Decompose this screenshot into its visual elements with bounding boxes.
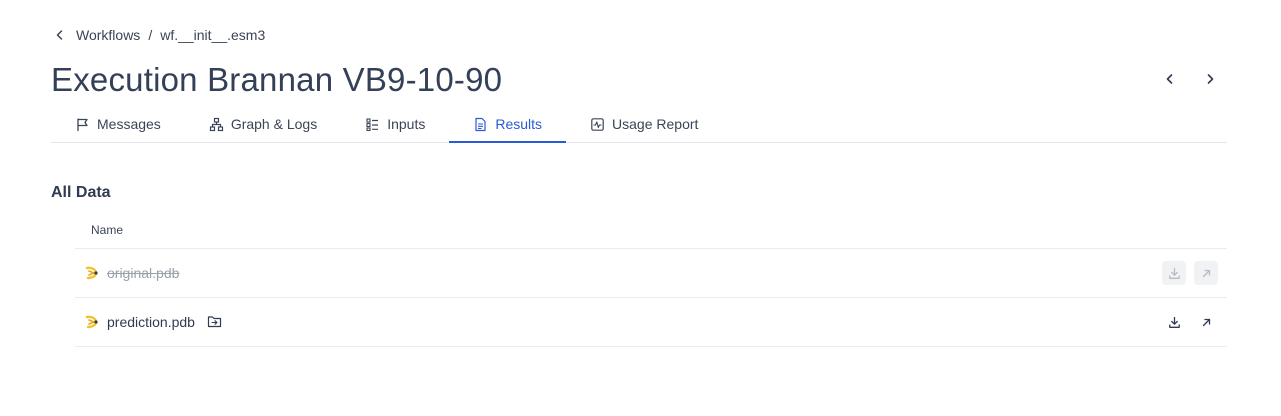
flag-icon (75, 117, 90, 132)
tab-label: Inputs (387, 116, 426, 132)
protein-icon (84, 314, 100, 330)
activity-icon (590, 117, 605, 132)
move-to-folder-icon[interactable] (207, 314, 223, 330)
graph-icon (209, 117, 224, 132)
section-title: All Data (51, 184, 111, 201)
execution-pager (1159, 66, 1221, 92)
breadcrumb: Workflows / wf.__init__.esm3 (52, 24, 265, 46)
document-icon (473, 117, 488, 132)
breadcrumb-workflows-link[interactable]: Workflows (76, 27, 140, 43)
page: Workflows / wf.__init__.esm3 Execution B… (0, 0, 1281, 416)
next-execution-button[interactable] (1199, 66, 1221, 92)
protein-icon (84, 265, 100, 281)
tab-inputs[interactable]: Inputs (341, 106, 449, 142)
file-name[interactable]: prediction.pdb (107, 314, 195, 330)
previous-execution-button[interactable] (1159, 66, 1181, 92)
breadcrumb-current-link[interactable]: wf.__init__.esm3 (160, 27, 265, 43)
tab-messages[interactable]: Messages (51, 106, 185, 142)
tab-label: Messages (97, 116, 161, 132)
list-icon (365, 117, 380, 132)
page-title: Execution Brannan VB9-10-90 (51, 61, 503, 98)
back-chevron-icon[interactable] (52, 27, 68, 43)
tab-label: Graph & Logs (230, 116, 318, 132)
download-button[interactable] (1162, 261, 1186, 285)
tab-bar: Messages Graph & Logs Inputs Results Usa… (51, 106, 1227, 143)
open-external-button[interactable] (1194, 261, 1218, 285)
tab-usage-report[interactable]: Usage Report (566, 106, 722, 142)
breadcrumb-separator: / (148, 27, 153, 43)
download-icon (1168, 316, 1180, 328)
tab-label: Usage Report (612, 116, 699, 132)
table-row[interactable]: prediction.pdb (75, 298, 1227, 347)
table-row[interactable]: original.pdb (75, 249, 1227, 298)
open-external-button[interactable] (1194, 310, 1218, 334)
tab-graph-logs[interactable]: Graph & Logs (185, 106, 341, 142)
download-button[interactable] (1162, 310, 1186, 334)
row-actions (1162, 298, 1218, 346)
file-name[interactable]: original.pdb (107, 265, 179, 281)
arrow-up-right-icon (1202, 269, 1210, 277)
tab-label: Results (495, 116, 543, 132)
table-header: Name (75, 212, 1227, 249)
arrow-up-right-icon (1202, 318, 1210, 326)
row-actions (1162, 249, 1218, 297)
column-header-name[interactable]: Name (91, 223, 123, 237)
tab-results[interactable]: Results (449, 106, 566, 143)
download-icon (1168, 267, 1180, 279)
files-table: Name original.pdb prediction.pdb (75, 212, 1227, 347)
